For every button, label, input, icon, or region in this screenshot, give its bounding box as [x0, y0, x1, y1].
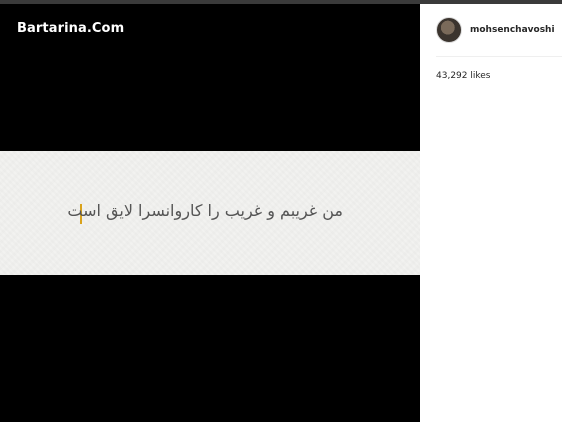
quote-text: من غریبم و غریب را کاروانسرا لایق است	[67, 201, 343, 220]
post-image[interactable]: Bartarina.Com من غریبم و غریب را کاروانس…	[0, 4, 420, 422]
avatar[interactable]	[436, 17, 462, 43]
post-sidebar: mohsenchavoshi 43,292 likes	[420, 4, 562, 422]
quote-paper-band: من غریبم و غریب را کاروانسرا لایق است	[0, 151, 420, 275]
likes-count[interactable]: 43,292 likes	[436, 71, 490, 81]
username-link[interactable]: mohsenchavoshi	[470, 25, 555, 35]
author-row: mohsenchavoshi	[436, 17, 555, 43]
site-watermark: Bartarina.Com	[17, 21, 125, 36]
header-divider	[436, 56, 562, 57]
